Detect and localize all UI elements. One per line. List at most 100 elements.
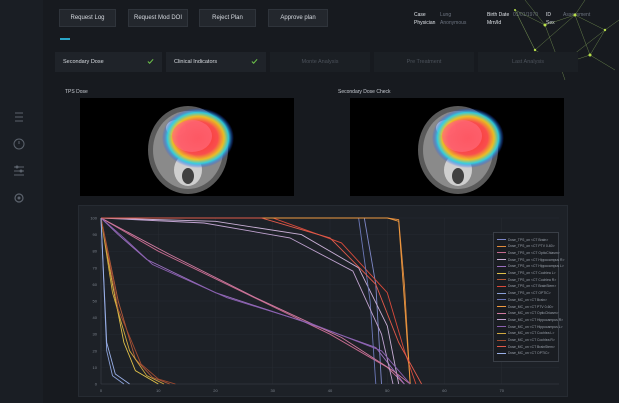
- legend-label: Dose_TPS_on <CT Brain>: [508, 237, 549, 242]
- legend-label: Dose_TPS_on <CT Cochlea R>: [508, 277, 557, 282]
- legend-swatch: [497, 265, 506, 267]
- x-tick-label: 60: [442, 388, 447, 393]
- legend-swatch: [497, 285, 506, 287]
- step-monte-analysis[interactable]: Monte Analysis: [270, 52, 370, 72]
- legend-item: Dose_TPS_on <CT OPTIC>: [497, 291, 551, 296]
- legend-label: Dose_MC_on <CT Hippocampus R>: [508, 317, 564, 322]
- legend-item: Dose_MC_on <CT BrainStem>: [497, 344, 555, 349]
- legend-swatch: [497, 352, 506, 354]
- legend-label: Dose_TPS_on <CT BrainStem>: [508, 284, 557, 289]
- legend-swatch: [497, 272, 506, 274]
- legend-item: Dose_MC_on <CT Brain>: [497, 297, 547, 302]
- case-value: Lung: [440, 12, 452, 18]
- clock-icon[interactable]: [12, 137, 26, 151]
- legend-label: Dose_MC_on <CT OPTIC>: [508, 351, 550, 356]
- legend-item: Dose_MC_on <CT OpticChiasm>: [497, 311, 558, 316]
- y-tick-label: 10: [93, 365, 98, 370]
- legend-swatch: [497, 332, 506, 334]
- legend-swatch: [497, 326, 506, 328]
- legend-swatch: [497, 299, 506, 301]
- step-secondary-dose[interactable]: Secondary Dose: [55, 52, 162, 72]
- legend-label: Dose_TPS_on <CT Cochlea L>: [508, 271, 556, 275]
- secondary-dose-title: Secondary Dose Check: [338, 89, 391, 95]
- legend-item: Dose_MC_on <CT Cochlea L>: [497, 331, 554, 336]
- y-tick-label: 40: [93, 315, 98, 320]
- legend-label: Dose_TPS_on <CT Hippocampus R>: [508, 257, 565, 262]
- tps-dose-title: TPS Dose: [65, 89, 88, 95]
- legend-label: Dose_TPS_on <CT Hippocampus L>: [508, 264, 564, 269]
- step-label: Clinical Indicators: [174, 59, 218, 65]
- legend-item: Dose_TPS_on <CT PTV 0-60>: [497, 244, 555, 249]
- check-icon: [147, 58, 154, 65]
- legend-item: Dose_TPS_on <CT BrainStem>: [497, 284, 556, 289]
- legend-swatch: [497, 279, 506, 281]
- legend-item: Dose_TPS_on <CT Brain>: [497, 237, 548, 242]
- main-area: Request Log Request Mod DOI Reject Plan …: [43, 0, 619, 403]
- y-tick-label: 70: [93, 265, 98, 270]
- y-tick-label: 20: [93, 348, 98, 353]
- legend-item: Dose_MC_on <CT PTV 0-60>: [497, 304, 553, 309]
- legend-swatch: [497, 239, 506, 240]
- legend-item: Dose_TPS_on <CT Cochlea L>: [497, 271, 556, 276]
- settings-icon[interactable]: [12, 191, 26, 205]
- x-tick-label: 70: [500, 388, 505, 393]
- legend-item: Dose_TPS_on <CT Hippocampus L>: [497, 264, 564, 269]
- legend-swatch: [497, 312, 506, 314]
- step-clinical-indicators[interactable]: Clinical Indicators: [166, 52, 266, 72]
- legend-label: Dose_TPS_on <CT OPTIC>: [508, 291, 551, 296]
- y-tick-label: 30: [93, 332, 98, 337]
- x-tick-label: 10: [156, 388, 161, 393]
- legend-swatch: [497, 339, 506, 341]
- case-label: Case: [414, 12, 426, 18]
- physician-label: Physician: [414, 20, 436, 26]
- legend-label: Dose_MC_on <CT OpticChiasm>: [508, 311, 559, 316]
- secondary-dose-image: [350, 98, 564, 196]
- mrn-label: Mrn/Id: [487, 20, 502, 26]
- legend-item: Dose_MC_on <CT Hippocampus L>: [497, 324, 563, 329]
- legend-label: Dose_TPS_on <CT PTV 0-60>: [508, 244, 555, 249]
- legend-label: Dose_MC_on <CT BrainStem>: [508, 344, 555, 349]
- dvh-legend: Dose_TPS_on <CT Brain> Dose_TPS_on <CT PT…: [493, 232, 564, 362]
- filter-list-icon[interactable]: [12, 164, 26, 178]
- legend-item: Dose_MC_on <CT Hippocampus R>: [497, 317, 563, 322]
- x-tick-label: 40: [328, 388, 333, 393]
- legend-item: Dose_TPS_on <CT OpticChiasm>: [497, 250, 560, 255]
- legend-label: Dose_MC_on <CT Cochlea R>: [508, 338, 555, 342]
- list-icon[interactable]: [12, 110, 26, 124]
- legend-swatch: [497, 346, 506, 348]
- legend-swatch: [497, 306, 506, 307]
- active-tab-indicator: [60, 38, 70, 40]
- legend-label: Dose_MC_on <CT PTV 0-60>: [508, 304, 554, 309]
- legend-label: Dose_MC_on <CT Cochlea L>: [508, 331, 555, 336]
- reject-plan-button[interactable]: Reject Plan: [199, 9, 256, 27]
- physician-value: Anonymous: [440, 20, 467, 26]
- top-toolbar: Request Log Request Mod DOI Reject Plan …: [43, 0, 619, 80]
- step-label: Secondary Dose: [63, 59, 104, 65]
- x-tick-label: 20: [213, 388, 218, 393]
- step-last-analysis[interactable]: Last Analysis: [478, 52, 578, 72]
- legend-label: Dose_MC_on <CT Brain>: [508, 297, 547, 302]
- step-pre-treatment[interactable]: Pre Treatment: [374, 52, 474, 72]
- x-tick-label: 50: [385, 388, 390, 393]
- approve-plan-button[interactable]: Approve plan: [268, 9, 328, 27]
- tps-dose-image: [80, 98, 294, 196]
- legend-label: Dose_TPS_on <CT OpticChiasm>: [508, 250, 560, 255]
- request-mod-button[interactable]: Request Mod DOI: [128, 9, 188, 27]
- legend-label: Dose_MC_on <CT Hippocampus L>: [508, 324, 563, 329]
- legend-item: Dose_MC_on <CT OPTIC>: [497, 351, 549, 356]
- y-tick-label: 60: [93, 282, 98, 287]
- legend-swatch: [497, 259, 506, 261]
- legend-item: Dose_TPS_on <CT Cochlea R>: [497, 277, 556, 282]
- x-tick-label: 30: [271, 388, 276, 393]
- legend-swatch: [497, 252, 506, 254]
- y-tick-label: 100: [90, 216, 97, 221]
- y-tick-label: 90: [93, 232, 98, 237]
- check-icon: [251, 58, 258, 65]
- legend-swatch: [497, 292, 506, 294]
- legend-item: Dose_MC_on <CT Cochlea R>: [497, 338, 555, 343]
- y-tick-label: 0: [95, 382, 98, 387]
- request-log-button[interactable]: Request Log: [59, 9, 116, 27]
- legend-item: Dose_TPS_on <CT Hippocampus R>: [497, 257, 564, 262]
- legend-swatch: [497, 319, 506, 321]
- left-sidebar: [0, 0, 44, 403]
